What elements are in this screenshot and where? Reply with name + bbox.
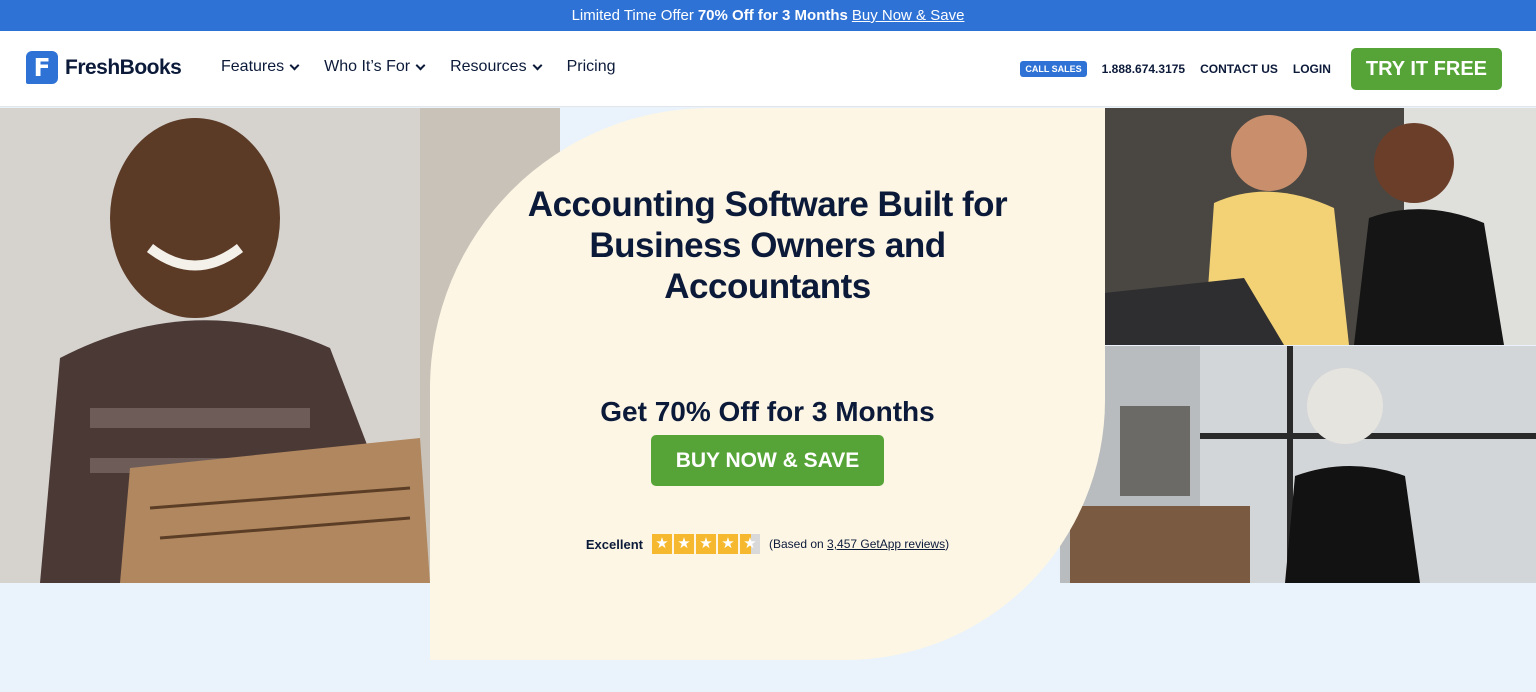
hero-photo-bottom-right — [1060, 346, 1536, 583]
login-link[interactable]: LOGIN — [1293, 62, 1331, 76]
offer-heading: Get 70% Off for 3 Months — [600, 396, 935, 427]
chevron-down-icon — [415, 60, 426, 70]
nav-resources-label: Resources — [450, 58, 527, 75]
contact-us-link[interactable]: CONTACT US — [1200, 62, 1278, 76]
call-sales-badge: CALL SALES — [1020, 61, 1087, 77]
main-nav: F FreshBooks Features Who It’s For Resou… — [0, 31, 1536, 107]
buy-now-save-button[interactable]: BUY NOW & SAVE — [651, 435, 884, 486]
photo-women-laptop — [1104, 108, 1536, 345]
star-rating: ★ ★ ★ ★ ★ — [651, 534, 760, 554]
chevron-down-icon — [532, 60, 543, 70]
star-icon: ★ — [673, 534, 694, 554]
hero-headline: Accounting Software Built for Business O… — [430, 184, 1105, 307]
try-it-free-button[interactable]: TRY IT FREE — [1350, 48, 1502, 90]
headline-line-3: Accountants — [664, 267, 871, 306]
headline-line-2: Business Owners and — [589, 226, 946, 265]
photo-woman-workshop — [1060, 346, 1536, 583]
half-star-icon: ★ — [739, 534, 760, 554]
rating-suffix: ) — [945, 537, 950, 551]
nav-right: CALL SALES 1.888.674.3175 CONTACT US LOG… — [1020, 48, 1502, 90]
hero-photo-top-right — [1104, 108, 1536, 345]
nav-features-label: Features — [221, 58, 285, 75]
promo-text: Limited Time Offer — [571, 7, 694, 24]
chevron-down-icon — [289, 60, 300, 70]
rating-source: (Based on 3,457 GetApp reviews) — [769, 537, 949, 551]
nav-who-label: Who It’s For — [324, 58, 411, 75]
star-icon: ★ — [651, 534, 672, 554]
nav-pricing[interactable]: Pricing — [567, 58, 616, 76]
logo-text: FreshBooks — [65, 55, 182, 79]
promo-highlight: 70% Off for 3 Months — [697, 7, 848, 24]
promo-bar: Limited Time Offer 70% Off for 3 Months … — [0, 0, 1536, 31]
rating-prefix: (Based on — [768, 537, 828, 551]
getapp-reviews-link[interactable]: 3,457 GetApp reviews — [827, 537, 945, 551]
nav-menu: Features Who It’s For Resources Pricing — [221, 58, 615, 76]
nav-pricing-label: Pricing — [566, 58, 616, 75]
freshbooks-logo[interactable]: F FreshBooks — [26, 51, 182, 84]
nav-features[interactable]: Features — [221, 58, 300, 76]
headline-line-1: Accounting Software Built for — [527, 185, 1008, 224]
phone-link[interactable]: 1.888.674.3175 — [1102, 62, 1185, 76]
rating-label: Excellent — [585, 536, 643, 552]
star-icon: ★ — [717, 534, 738, 554]
logo-icon: F — [26, 51, 58, 84]
rating-row: Excellent ★ ★ ★ ★ ★ (Based on 3,457 GetA… — [430, 534, 1105, 554]
promo-buy-link[interactable]: Buy Now & Save — [852, 7, 965, 24]
nav-who-its-for[interactable]: Who It’s For — [324, 58, 426, 76]
nav-resources[interactable]: Resources — [450, 58, 543, 76]
star-icon: ★ — [695, 534, 716, 554]
